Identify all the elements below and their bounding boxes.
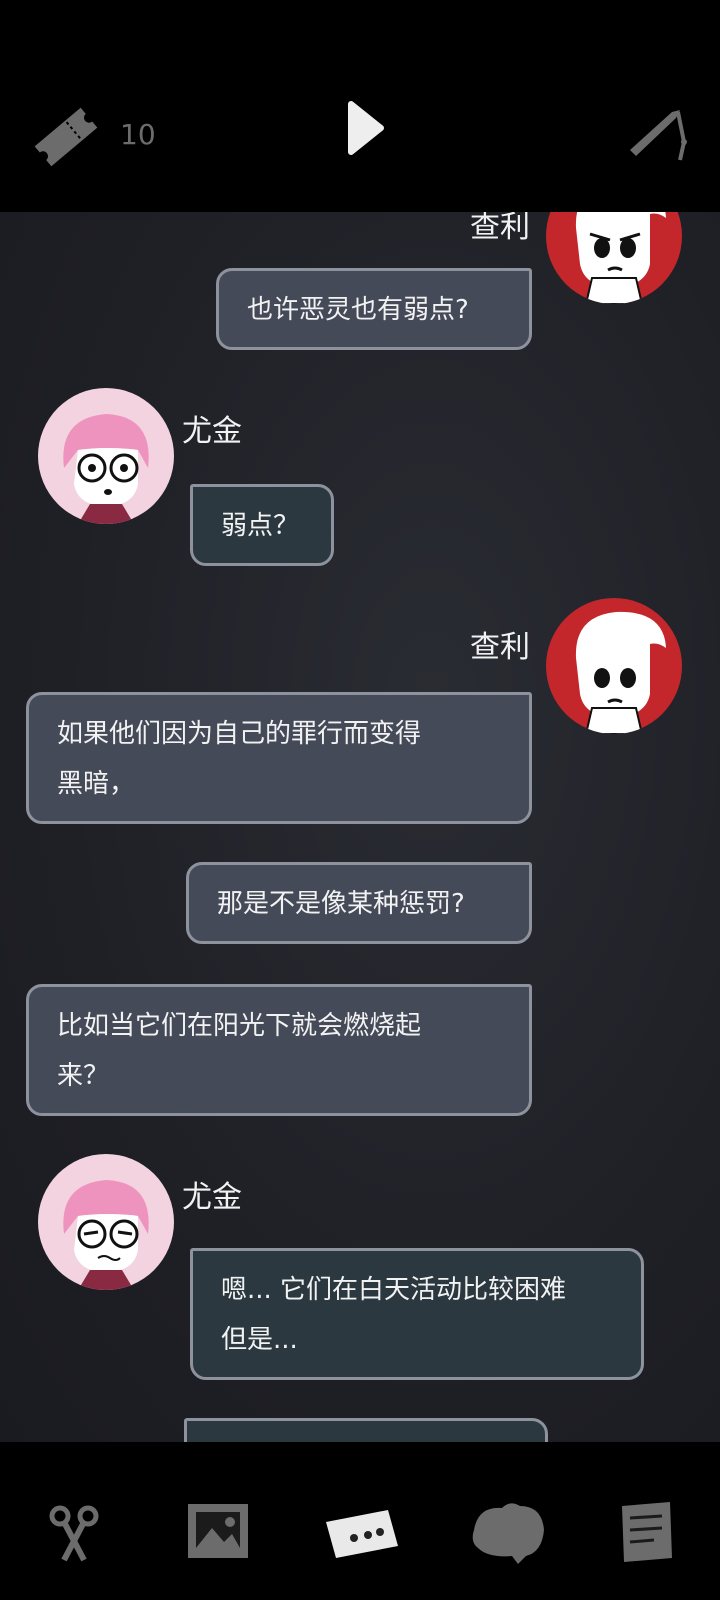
message-text: 比如当它们在阳光下就会燃烧起 [57,1011,422,1041]
message-text: 那是不是像某种惩罚? [217,889,465,919]
message-bubble: 嗯... 它们在白天活动比较困难 但是... [190,1248,644,1380]
message-bubble: 那是不是像某种惩罚? [186,862,532,944]
speaker-name: 尤金 [182,414,242,449]
eugene-avatar [38,1154,174,1290]
message-text: 黑暗， [57,769,136,799]
tweezers-icon[interactable] [624,102,696,172]
eugene-face-icon [63,1180,149,1290]
top-bar: 10 [0,0,720,212]
message-bubble-partial [184,1418,548,1442]
notes-icon[interactable] [618,1500,674,1564]
ticket-icon[interactable] [26,102,106,172]
chat-icon[interactable] [322,1502,402,1562]
charlie-avatar [546,212,682,304]
message-text: 来？ [57,1061,110,1091]
charlie-avatar [546,598,682,734]
speaker-name: 查利 [470,212,530,245]
speaker-name: 查利 [470,630,530,665]
speaker-name: 尤金 [182,1180,242,1215]
message-text: 弱点？ [221,511,300,541]
photo-icon[interactable] [186,1502,250,1560]
message-text: 但是... [221,1325,298,1355]
message-text: 也许恶灵也有弱点? [247,295,469,325]
bottom-nav [0,1442,720,1600]
chat-area[interactable]: 查利 也许恶灵也有弱点? 尤金 弱点？ 查利 如果他们因为自己的罪行而变得 黑暗… [0,212,720,1442]
charlie-face-icon [575,611,666,734]
scissors-icon[interactable] [44,1504,104,1564]
message-text: 嗯... 它们在白天活动比较困难 [221,1275,567,1305]
message-bubble: 也许恶灵也有弱点? [216,268,532,350]
eugene-face-icon [63,414,149,524]
message-bubble: 弱点？ [190,484,334,566]
play-icon[interactable] [345,100,385,156]
message-text: 如果他们因为自己的罪行而变得 [57,719,422,749]
ticket-count: 10 [120,118,156,151]
message-bubble: 如果他们因为自己的罪行而变得 黑暗， [26,692,532,824]
message-bubble: 比如当它们在阳光下就会燃烧起 来？ [26,984,532,1116]
ghost-icon[interactable] [468,1500,548,1564]
eugene-avatar [38,388,174,524]
charlie-face-icon [575,212,666,304]
